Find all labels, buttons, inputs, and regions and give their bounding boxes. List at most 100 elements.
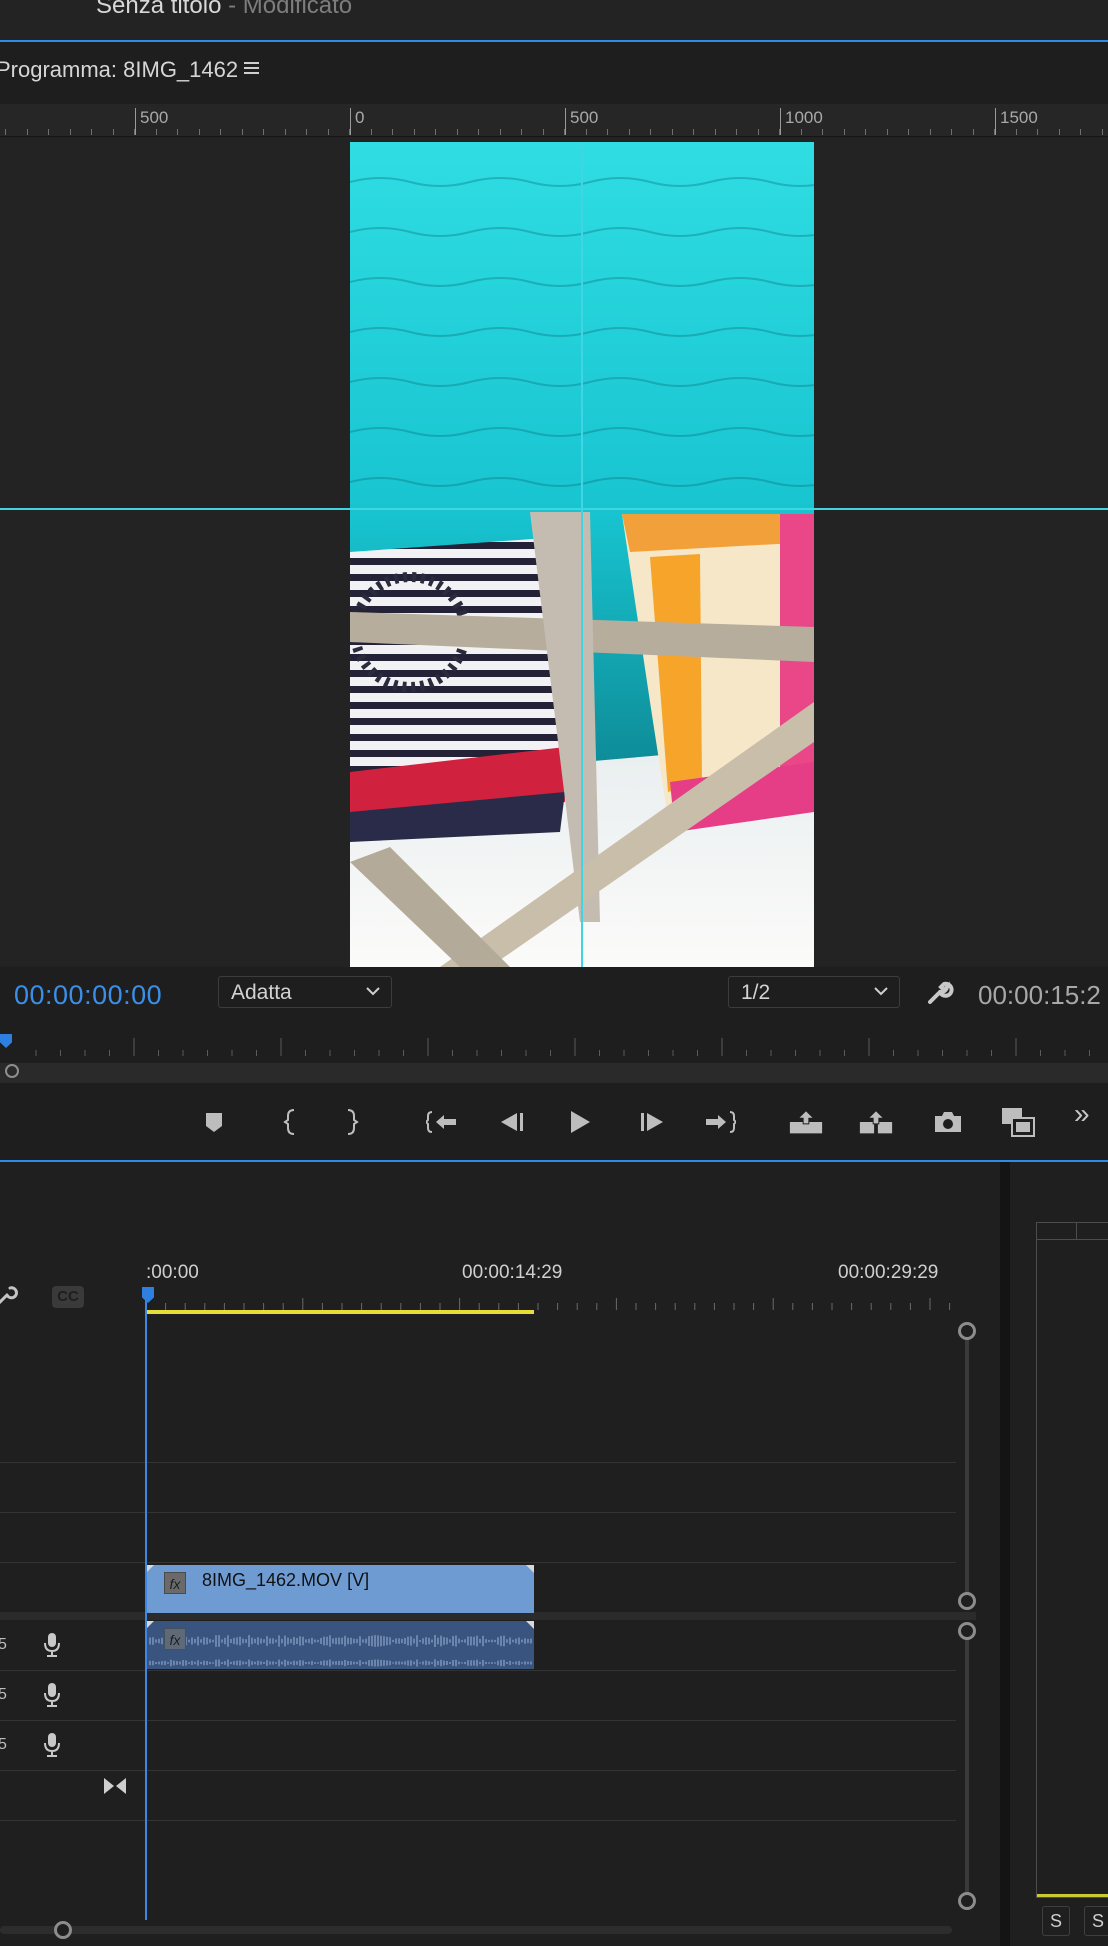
lift-button[interactable] <box>788 1104 824 1140</box>
ruler-minor-tick <box>886 129 888 135</box>
ruler-minor-tick <box>349 129 350 135</box>
go-to-in-icon <box>426 1111 456 1133</box>
ruler-minor-tick <box>155 129 157 135</box>
timeline-settings-icon[interactable] <box>0 1284 18 1306</box>
current-timecode[interactable]: 00:00:00:00 <box>14 980 162 1011</box>
microphone-icon[interactable] <box>42 1632 62 1658</box>
mini-timeline-zoom-bar[interactable] <box>0 1063 1108 1083</box>
ruler-minor-tick <box>1015 129 1017 135</box>
work-area-bar[interactable] <box>146 1310 534 1314</box>
step-forward-button[interactable] <box>634 1104 670 1140</box>
program-monitor-title[interactable]: Programma: 8IMG_1462 <box>0 57 238 83</box>
ruler-minor-tick <box>1037 129 1038 135</box>
scrollbar-rail <box>965 1332 969 1602</box>
ruler-minor-tick <box>628 129 630 135</box>
mini-zoom-handle[interactable] <box>5 1064 19 1078</box>
panel-divider[interactable] <box>1000 1162 1010 1946</box>
ruler-minor-tick <box>693 129 694 135</box>
ruler-minor-tick <box>736 129 737 135</box>
ruler-minor-tick <box>306 129 307 135</box>
go-to-out-button[interactable] <box>702 1104 738 1140</box>
panel-menu-icon[interactable] <box>242 58 262 78</box>
wrench-icon[interactable] <box>924 978 954 1008</box>
horizontal-scroll-handle[interactable] <box>54 1921 72 1939</box>
ruler-label: 0 <box>355 108 365 127</box>
video-tracks-scrollbar[interactable] <box>958 1322 976 1612</box>
ruler-minor-tick <box>564 129 565 135</box>
ruler-minor-tick <box>542 129 544 135</box>
step-back-icon <box>501 1113 523 1131</box>
microphone-icon[interactable] <box>42 1682 62 1708</box>
compare-view-button[interactable] <box>1000 1104 1036 1140</box>
audio-meter <box>1036 1222 1108 1898</box>
extract-icon <box>859 1109 893 1134</box>
ruler-minor-tick <box>413 129 415 135</box>
vertical-guide[interactable] <box>581 142 583 967</box>
solo-left-button[interactable]: S <box>1042 1906 1070 1936</box>
audio-tracks-scrollbar[interactable] <box>958 1622 976 1914</box>
captions-icon[interactable]: CC <box>52 1286 84 1308</box>
play-button[interactable] <box>562 1104 598 1140</box>
zoom-level-dropdown[interactable]: Adatta <box>218 976 392 1008</box>
timeline-time-label: 00:00:14:29 <box>462 1262 563 1283</box>
horizontal-guide[interactable] <box>0 508 1108 510</box>
mark-out-icon <box>347 1109 359 1135</box>
scroll-handle-top[interactable] <box>958 1622 976 1640</box>
extract-button[interactable] <box>858 1104 894 1140</box>
solo-right-button[interactable]: S <box>1084 1906 1108 1936</box>
scroll-handle-bottom[interactable] <box>958 1592 976 1610</box>
audio-track-label: 5 <box>0 1736 7 1753</box>
ruler-minor-tick <box>370 129 372 135</box>
program-monitor-ruler: 500 0 500 1000 1500 <box>0 104 1108 137</box>
sync-lock-icon[interactable] <box>102 1776 128 1796</box>
ruler-minor-tick <box>779 129 780 135</box>
play-icon <box>571 1111 590 1133</box>
more-controls-icon[interactable]: » <box>1074 1098 1104 1129</box>
timeline-playhead-line[interactable] <box>145 1300 147 1920</box>
add-marker-button[interactable] <box>196 1104 232 1140</box>
ruler-minor-tick <box>263 129 264 135</box>
camera-icon <box>935 1112 961 1132</box>
timeline-horizontal-scrollbar[interactable] <box>0 1926 952 1934</box>
ruler-minor-tick <box>478 129 479 135</box>
project-title-name: Senza titolo <box>96 0 222 19</box>
ruler-minor-tick <box>284 129 286 135</box>
ruler-minor-tick <box>48 129 49 135</box>
mark-out-button[interactable] <box>334 1104 370 1140</box>
mini-timeline-ruler[interactable] <box>0 1028 1108 1066</box>
ruler-minor-tick <box>1058 129 1060 135</box>
audio-meter-header <box>1036 1222 1108 1240</box>
mark-in-button[interactable] <box>272 1104 308 1140</box>
ruler-major-tick <box>565 108 566 135</box>
project-title: Senza titolo - Modificato <box>96 0 352 20</box>
fx-badge[interactable]: fx <box>164 1628 186 1650</box>
ruler-minor-tick <box>521 129 522 135</box>
ruler-minor-tick <box>435 129 436 135</box>
playback-resolution-dropdown[interactable]: 1/2 <box>728 976 900 1008</box>
ruler-minor-tick <box>1080 129 1081 135</box>
go-to-in-button[interactable] <box>424 1104 460 1140</box>
ruler-major-tick <box>135 108 136 135</box>
ruler-minor-tick <box>865 129 866 135</box>
audio-track-label: 5 <box>0 1636 7 1653</box>
audio-clip[interactable] <box>146 1621 534 1669</box>
ruler-minor-tick <box>972 129 974 135</box>
ruler-minor-tick <box>843 129 845 135</box>
track-divider <box>0 1720 956 1721</box>
chevron-down-icon <box>366 987 380 996</box>
step-back-button[interactable] <box>494 1104 530 1140</box>
ruler-label: 500 <box>140 108 169 127</box>
ruler-minor-tick <box>908 129 909 135</box>
lift-icon <box>789 1109 823 1134</box>
export-frame-button[interactable] <box>930 1104 966 1140</box>
ruler-major-tick <box>350 108 351 135</box>
track-divider <box>0 1562 956 1563</box>
track-divider <box>0 1670 956 1671</box>
go-to-out-icon <box>706 1111 736 1133</box>
fx-badge[interactable]: fx <box>164 1572 186 1594</box>
audio-waveform <box>149 1635 532 1667</box>
microphone-icon[interactable] <box>42 1732 62 1758</box>
scroll-handle-bottom[interactable] <box>958 1892 976 1910</box>
ruler-minor-tick <box>585 129 587 135</box>
scroll-handle-top[interactable] <box>958 1322 976 1340</box>
